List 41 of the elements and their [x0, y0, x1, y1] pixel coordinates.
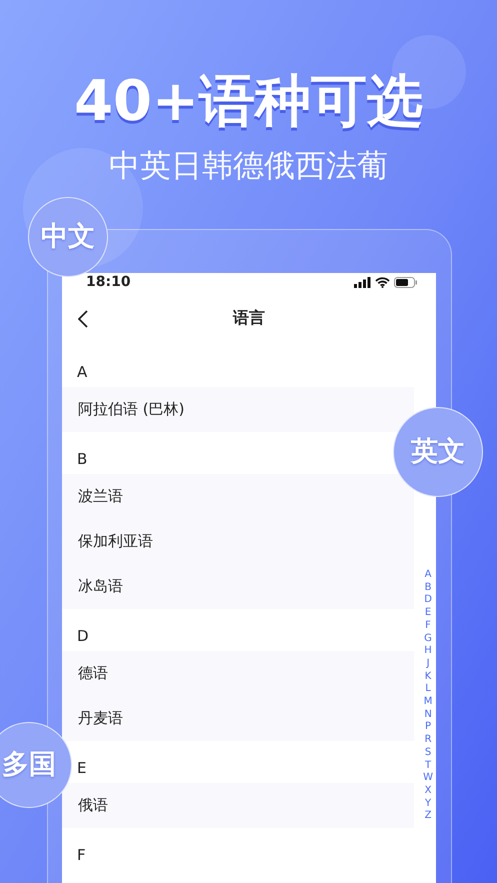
- nav-title: 语言: [233, 307, 265, 329]
- language-item[interactable]: 波兰语: [62, 474, 414, 519]
- language-bubble: 中文: [28, 197, 108, 277]
- language-item[interactable]: 俄语: [62, 783, 414, 828]
- wifi-icon: [375, 276, 390, 288]
- language-item[interactable]: 冰岛语: [62, 564, 414, 609]
- index-letter[interactable]: G: [424, 632, 432, 646]
- index-letter[interactable]: X: [424, 784, 432, 798]
- language-item[interactable]: 保加利亚语: [62, 519, 414, 564]
- index-letter[interactable]: W: [423, 772, 433, 785]
- section-letter: A: [77, 363, 88, 381]
- language-bubble: 多国: [0, 722, 72, 808]
- index-letter[interactable]: E: [424, 607, 432, 620]
- index-letter[interactable]: F: [425, 620, 431, 633]
- subheadline: 中英日韩德俄西法葡: [109, 147, 388, 186]
- index-letter[interactable]: T: [425, 760, 432, 772]
- language-item[interactable]: 丹麦语: [62, 696, 414, 741]
- index-letter[interactable]: L: [425, 683, 431, 696]
- index-letter[interactable]: K: [424, 670, 432, 684]
- index-letter[interactable]: S: [424, 746, 432, 760]
- index-letter[interactable]: N: [424, 708, 432, 722]
- index-letter[interactable]: A: [424, 569, 432, 582]
- section-letter: F: [77, 846, 86, 864]
- headline: 40+语种可选: [74, 70, 423, 134]
- index-letter[interactable]: D: [424, 594, 432, 608]
- battery-icon: [394, 276, 418, 288]
- language-item[interactable]: 德语: [62, 651, 414, 696]
- index-letter[interactable]: H: [424, 645, 432, 658]
- index-letter[interactable]: R: [424, 734, 432, 747]
- index-letter[interactable]: B: [424, 582, 432, 594]
- section-letter: E: [77, 759, 86, 777]
- index-letter[interactable]: P: [425, 721, 432, 734]
- back-icon: [78, 310, 88, 328]
- index-letter[interactable]: Y: [425, 798, 432, 810]
- signal-icon: [354, 276, 371, 288]
- index-letter[interactable]: J: [426, 658, 430, 671]
- index-letter[interactable]: Z: [424, 810, 432, 824]
- language-item[interactable]: 阿拉伯语 (巴林): [62, 387, 414, 432]
- index-letter[interactable]: M: [424, 696, 432, 709]
- section-letter: B: [77, 450, 88, 468]
- section-letter: D: [77, 627, 89, 645]
